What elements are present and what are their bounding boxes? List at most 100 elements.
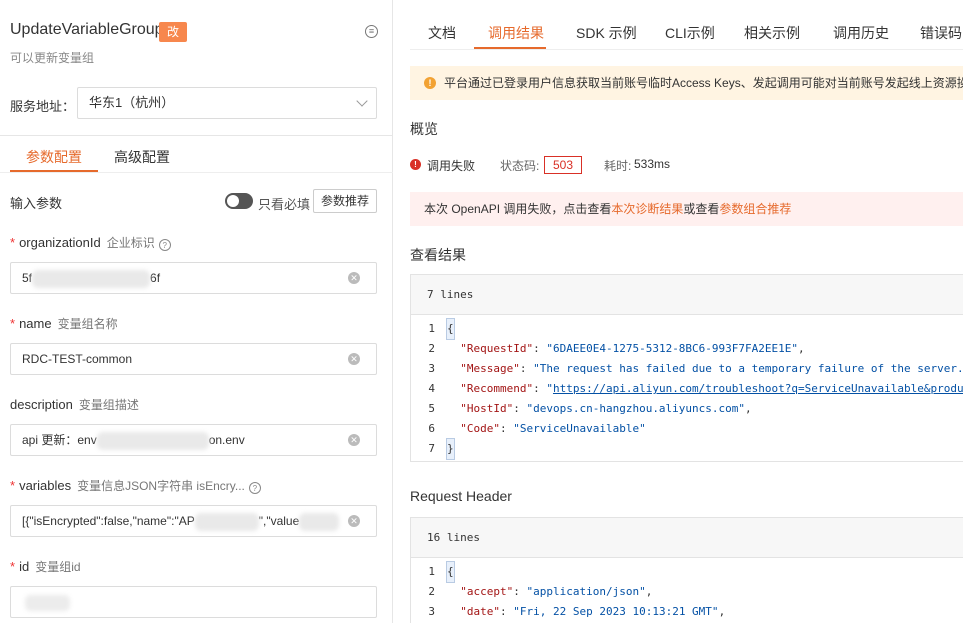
result-title: 查看结果 — [410, 247, 466, 263]
param-recommend-button[interactable]: 参数推荐 — [313, 189, 377, 213]
service-address-label: 服务地址： — [10, 99, 76, 114]
param-name: description — [10, 397, 73, 412]
call-status: 调用失败 — [427, 159, 476, 173]
redacted-blur — [96, 431, 209, 450]
tab-param-config[interactable]: 参数配置 — [26, 147, 82, 167]
tab-related-examples[interactable]: 相关示例 — [744, 23, 800, 43]
line-number: 3 — [428, 362, 435, 375]
help-icon[interactable]: ? — [248, 482, 261, 494]
json-value: "Fri, 22 Sep 2023 10:13:21 GMT" — [513, 605, 719, 618]
overview-title: 概览 — [410, 121, 438, 137]
toggle-knob — [227, 195, 239, 207]
warning-icon: ! — [424, 77, 436, 89]
required-star: * — [10, 235, 16, 250]
input-value-end: 6f — [150, 271, 161, 285]
json-value: "The request has failed due to a tempora… — [533, 362, 963, 375]
tab-error-codes[interactable]: 错误码 — [920, 23, 962, 43]
result-code-block: 7 lines 1{ 2 "RequestId": "6DAEE0E4-1275… — [410, 274, 963, 462]
help-icon[interactable]: ? — [158, 239, 171, 251]
json-value: "6DAEE0E4-1275-5312-8BC6-993F7FA2EE1E" — [546, 342, 799, 355]
param-name: organizationId — [19, 235, 101, 250]
json-key: "Code" — [460, 422, 500, 435]
code-lines: 1{ 2 "RequestId": "6DAEE0E4-1275-5312-8B… — [411, 315, 963, 460]
line-count: 16 lines — [411, 518, 963, 558]
json-value: "devops.cn-hangzhou.aliyuncs.com" — [526, 402, 746, 415]
json-key: "date" — [460, 605, 500, 618]
param-label-id: * id 变量组id — [10, 558, 81, 575]
code-brace: { — [446, 561, 455, 583]
code-text: "accept": "application/json", — [460, 585, 653, 598]
tab-cli-example[interactable]: CLI示例 — [665, 23, 715, 43]
json-quote: " — [546, 382, 553, 395]
redacted-blur — [299, 512, 340, 531]
left-panel: UpdateVariableGroup 改 ≡ 可以更新变量组 服务地址： 华东… — [0, 0, 393, 623]
line-number: 4 — [428, 382, 435, 395]
organizationid-input[interactable]: 5f 6f ✕ — [10, 262, 377, 294]
chevron-down-icon — [356, 95, 368, 107]
banner-text: 本次 OpenAPI 调用失败，点击查看 — [424, 202, 612, 216]
param-desc: 企业标识 — [106, 236, 155, 250]
json-key: "accept" — [460, 585, 514, 598]
id-input[interactable] — [10, 586, 377, 618]
input-value: RDC-TEST-common — [22, 352, 133, 366]
param-name: name — [19, 316, 52, 331]
header-code-block: 16 lines 1{ 2 "accept": "application/jso… — [410, 517, 963, 623]
param-label-name: * name 变量组名称 — [10, 315, 118, 332]
recommend-link[interactable]: https://api.aliyun.com/troubleshoot?q=Se… — [553, 382, 963, 395]
input-value-start: [{"isEncrypted":false,"name":"AP — [22, 514, 195, 528]
code-line: 6 "Code": "ServiceUnavailable" — [411, 419, 963, 439]
json-key: "Message" — [460, 362, 520, 375]
line-number: 2 — [428, 342, 435, 355]
code-line: 3 "date": "Fri, 22 Sep 2023 10:13:21 GMT… — [411, 602, 963, 622]
line-number: 6 — [428, 422, 435, 435]
variables-input[interactable]: [{"isEncrypted":false,"name":"AP ","value… — [10, 505, 377, 537]
json-key: "HostId" — [460, 402, 514, 415]
right-panel: 文档 调用结果 SDK 示例 CLI示例 相关示例 调用历史 错误码 ! 平台通… — [394, 0, 963, 623]
line-number: 1 — [428, 322, 435, 335]
line-number: 1 — [428, 565, 435, 578]
code-line: 7} — [411, 438, 963, 460]
param-desc: 变量信息JSON字符串 isEncry... — [77, 479, 245, 493]
tab-baseline — [0, 172, 393, 173]
param-label-organizationid: * organizationId 企业标识? — [10, 234, 171, 251]
tab-call-history[interactable]: 调用历史 — [833, 23, 889, 43]
required-only-label: 只看必填 — [258, 197, 311, 212]
api-title: UpdateVariableGroup — [10, 21, 164, 38]
code-brace: } — [446, 438, 455, 460]
menu-icon[interactable]: ≡ — [365, 25, 378, 38]
service-address-select[interactable]: 华东1（杭州） — [77, 87, 377, 119]
redacted-blur — [25, 595, 70, 611]
tab-call-result[interactable]: 调用结果 — [488, 23, 544, 43]
line-number: 7 — [428, 442, 435, 455]
tab-advanced-config[interactable]: 高级配置 — [114, 147, 170, 167]
code-line: 1{ — [411, 561, 963, 583]
tab-docs[interactable]: 文档 — [428, 23, 456, 43]
description-input[interactable]: api 更新：env on.env ✕ — [10, 424, 377, 456]
request-header-title: Request Header — [410, 488, 512, 504]
code-text: "date": "Fri, 22 Sep 2023 10:13:21 GMT", — [460, 605, 726, 618]
code-line: 1{ — [411, 318, 963, 340]
name-input[interactable]: RDC-TEST-common ✕ — [10, 343, 377, 375]
required-star: * — [10, 478, 16, 493]
diagnosis-link[interactable]: 本次诊断结果 — [611, 202, 683, 216]
param-label-variables: * variables 变量信息JSON字符串 isEncry...? — [10, 477, 261, 494]
clear-icon[interactable]: ✕ — [348, 434, 360, 446]
json-value: "application/json" — [526, 585, 646, 598]
time-value: 533ms — [634, 157, 671, 171]
param-combo-link[interactable]: 参数组合推荐 — [719, 202, 791, 216]
json-key: "Recommend" — [460, 382, 534, 395]
code-line: 5 "HostId": "devops.cn-hangzhou.aliyuncs… — [411, 399, 963, 419]
clear-icon[interactable]: ✕ — [348, 515, 360, 527]
json-key: "RequestId" — [460, 342, 534, 355]
time-label: 耗时: — [604, 159, 632, 173]
required-only-toggle[interactable] — [225, 193, 253, 209]
code-line: 2 "RequestId": "6DAEE0E4-1275-5312-8BC6-… — [411, 339, 963, 359]
code-text: "Code": "ServiceUnavailable" — [460, 422, 646, 435]
clear-icon[interactable]: ✕ — [348, 353, 360, 365]
clear-icon[interactable]: ✕ — [348, 272, 360, 284]
input-params-title: 输入参数 — [10, 196, 63, 211]
line-count: 7 lines — [411, 275, 963, 315]
param-name: id — [19, 559, 30, 574]
tab-sdk-example[interactable]: SDK 示例 — [576, 23, 637, 43]
param-name: variables — [19, 478, 72, 493]
